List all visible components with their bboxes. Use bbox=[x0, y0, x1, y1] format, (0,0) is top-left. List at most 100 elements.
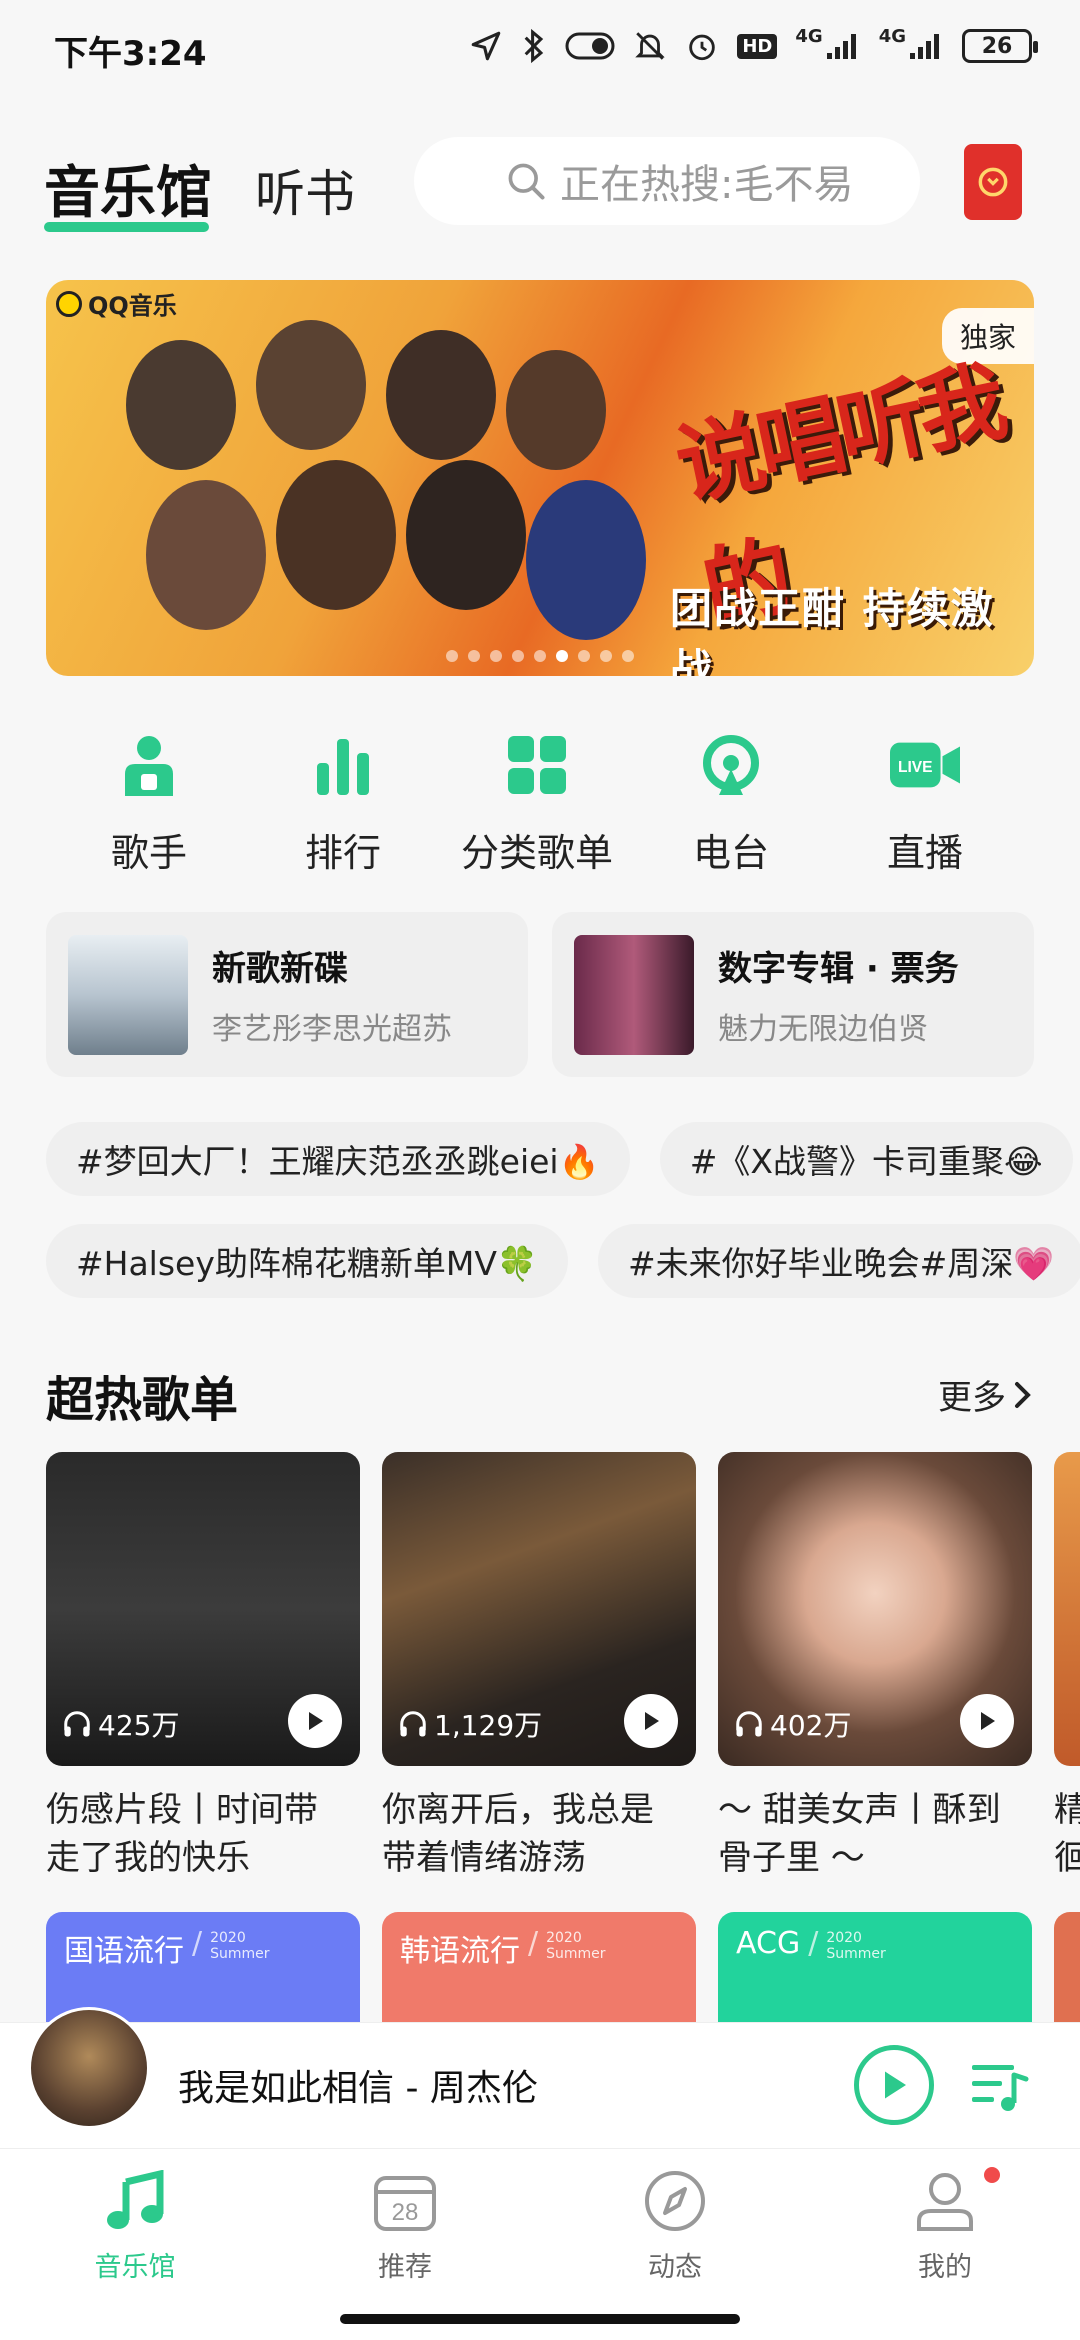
profile-icon bbox=[913, 2169, 977, 2233]
svg-text:LIVE: LIVE bbox=[898, 759, 933, 776]
status-icons: HD 4G 4G 26 bbox=[469, 26, 1038, 66]
hashtag-chip[interactable]: #《X战警》卡司重聚😂 bbox=[659, 1122, 1073, 1196]
play-count: 425万 bbox=[62, 1704, 179, 1744]
playlist-card[interactable]: 402万 ～ 甜美女声丨酥到 骨子里 ～ bbox=[718, 1452, 1032, 1882]
playlist-title: ～ 甜美女声丨酥到 骨子里 ～ bbox=[718, 1790, 1001, 1878]
hashtag-row-2: #Halsey助阵棉花糖新单MV🍀 #未来你好毕业晚会#周深💗 bbox=[46, 1224, 1080, 1298]
pagination-dot[interactable] bbox=[446, 650, 458, 662]
play-icon[interactable] bbox=[288, 1694, 342, 1748]
genre-card[interactable] bbox=[1054, 1912, 1080, 2022]
notification-dot bbox=[984, 2167, 1000, 2183]
nav-category[interactable]: 分类歌单 bbox=[440, 730, 634, 880]
music-note-icon bbox=[103, 2169, 167, 2233]
genre-tag: 2020 Summer bbox=[546, 1930, 606, 1962]
toggle-icon bbox=[565, 26, 615, 66]
play-button[interactable] bbox=[854, 2045, 934, 2125]
pagination-dot[interactable] bbox=[512, 650, 524, 662]
bottom-nav: 音乐馆 28 推荐 动态 我的 bbox=[0, 2148, 1080, 2340]
playlist-card[interactable]: 425万 伤感片段丨时间带 走了我的快乐 bbox=[46, 1452, 360, 1882]
bottom-tab-profile[interactable]: 我的 bbox=[810, 2149, 1080, 2340]
search-icon bbox=[508, 163, 545, 200]
playlist-cover: 425万 bbox=[46, 1452, 360, 1766]
bottom-tab-music-hall[interactable]: 音乐馆 bbox=[0, 2149, 270, 2340]
nav-singer-label: 歌手 bbox=[110, 831, 187, 875]
now-playing-title[interactable]: 我是如此相信 - 周杰伦 bbox=[178, 2059, 538, 2111]
qq-music-logo: QQ音乐 bbox=[56, 286, 177, 321]
signal-2-icon: 4G bbox=[879, 26, 944, 66]
playlist-queue-icon[interactable] bbox=[970, 2059, 1030, 2119]
nav-radio[interactable]: 电台 bbox=[634, 730, 828, 880]
hashtag-row-1: #梦回大厂！王耀庆范丞丞跳eiei🔥 #《X战警》卡司重聚😂 bbox=[46, 1122, 1073, 1196]
nav-category-label: 分类歌单 bbox=[460, 831, 613, 875]
status-time: 下午3:24 bbox=[54, 34, 207, 74]
battery-icon: 26 bbox=[962, 29, 1038, 63]
genre-card[interactable]: ACG / 2020 Summer bbox=[718, 1912, 1032, 2022]
more-label: 更多 bbox=[938, 1378, 1006, 1418]
pagination-dot[interactable] bbox=[468, 650, 480, 662]
digital-album-cover bbox=[574, 934, 694, 1055]
genre-label: 国语流行 bbox=[64, 1934, 184, 1969]
hashtag-chip[interactable]: #Halsey助阵棉花糖新单MV🍀 bbox=[46, 1224, 569, 1298]
playlist-card[interactable]: 1,129万 你离开后，我总是 带着情绪游荡 bbox=[382, 1452, 696, 1882]
playlist-cover: 402万 bbox=[718, 1452, 1032, 1766]
radio-icon bbox=[696, 730, 766, 800]
play-icon[interactable] bbox=[624, 1694, 678, 1748]
pagination-dot[interactable] bbox=[490, 650, 502, 662]
hero-banner[interactable]: QQ音乐 独家 说唱听我的 团战正酣 持续激战 bbox=[46, 280, 1034, 676]
new-releases-subtitle: 李艺彤李思光超苏 bbox=[212, 1012, 452, 1047]
ranking-icon bbox=[308, 730, 378, 800]
genre-card[interactable]: 韩语流行 / 2020 Summer bbox=[382, 1912, 696, 2022]
tab-audiobook[interactable]: 听书 bbox=[255, 154, 355, 226]
pagination-dot[interactable] bbox=[556, 650, 568, 662]
album-cards: 新歌新碟 李艺彤李思光超苏 数字专辑 · 票务 魅力无限边伯贤 bbox=[46, 912, 1034, 1077]
location-icon bbox=[469, 26, 503, 66]
playlist-title: 伤感片段丨时间带 走了我的快乐 bbox=[46, 1790, 318, 1878]
hashtag-chip[interactable]: #未来你好毕业晚会#周深💗 bbox=[598, 1224, 1080, 1298]
nav-singer[interactable]: 歌手 bbox=[52, 730, 246, 880]
new-releases-title: 新歌新碟 bbox=[212, 949, 348, 989]
bluetooth-icon bbox=[521, 26, 547, 66]
playlist-cover bbox=[1054, 1452, 1080, 1766]
tab-music-hall[interactable]: 音乐馆 bbox=[44, 148, 212, 229]
digital-album-subtitle: 魅力无限边伯贤 bbox=[718, 1012, 928, 1047]
section-title: 超热歌单 bbox=[46, 1372, 239, 1428]
play-count: 402万 bbox=[734, 1704, 851, 1744]
nav-live[interactable]: LIVE 直播 bbox=[828, 730, 1022, 880]
tab-active-indicator bbox=[44, 222, 209, 232]
pagination-dot[interactable] bbox=[534, 650, 546, 662]
bottom-tab-label: 音乐馆 bbox=[94, 2252, 176, 2283]
more-button[interactable]: 更多 bbox=[938, 1370, 1034, 1419]
playlist-card[interactable]: 精徊 bbox=[1054, 1452, 1080, 1882]
hashtag-chip[interactable]: #梦回大厂！王耀庆范丞丞跳eiei🔥 bbox=[46, 1122, 630, 1196]
new-releases-cover bbox=[68, 934, 188, 1055]
mini-player[interactable]: 我是如此相信 - 周杰伦 bbox=[0, 2007, 1080, 2148]
top-header: 音乐馆 听书 正在热搜:毛不易 bbox=[0, 130, 1080, 240]
bottom-tab-recommend[interactable]: 28 推荐 bbox=[270, 2149, 540, 2340]
playlist-carousel: 425万 伤感片段丨时间带 走了我的快乐 1,129万 你离开后，我总是 带着情绪游… bbox=[46, 1452, 1080, 1882]
compass-icon bbox=[643, 2169, 707, 2233]
genre-tag: 2020 Summer bbox=[210, 1930, 270, 1962]
alarm-icon bbox=[685, 26, 719, 66]
digital-album-card[interactable]: 数字专辑 · 票务 魅力无限边伯贤 bbox=[552, 912, 1034, 1077]
genre-card[interactable]: 国语流行 / 2020 Summer bbox=[46, 1912, 360, 2022]
home-indicator[interactable] bbox=[340, 2314, 740, 2324]
nav-ranking[interactable]: 排行 bbox=[246, 730, 440, 880]
banner-artwork bbox=[86, 320, 646, 676]
hd-icon: HD bbox=[737, 26, 778, 66]
pagination-dot[interactable] bbox=[622, 650, 634, 662]
headphones-icon bbox=[400, 1711, 426, 1737]
search-bar[interactable]: 正在热搜:毛不易 bbox=[414, 137, 920, 225]
now-playing-cover[interactable] bbox=[28, 2007, 150, 2129]
calendar-icon: 28 bbox=[373, 2169, 437, 2233]
bottom-tab-moments[interactable]: 动态 bbox=[540, 2149, 810, 2340]
new-releases-card[interactable]: 新歌新碟 李艺彤李思光超苏 bbox=[46, 912, 528, 1077]
pagination-dot[interactable] bbox=[578, 650, 590, 662]
play-icon[interactable] bbox=[960, 1694, 1014, 1748]
bottom-tab-label: 动态 bbox=[648, 2252, 702, 2283]
pagination-dot[interactable] bbox=[600, 650, 612, 662]
red-packet-icon[interactable] bbox=[964, 144, 1022, 220]
playlist-cover: 1,129万 bbox=[382, 1452, 696, 1766]
playlist-title: 你离开后，我总是 带着情绪游荡 bbox=[382, 1790, 654, 1878]
headphones-icon bbox=[64, 1711, 90, 1737]
svg-text:28: 28 bbox=[392, 2199, 419, 2226]
